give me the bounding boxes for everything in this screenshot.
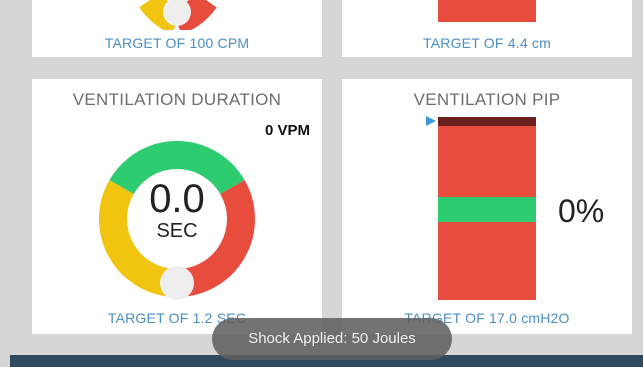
duration-value: 0.0 [149, 177, 205, 221]
pip-target-zone [438, 197, 536, 222]
pip-bar-top-band [438, 117, 536, 126]
card-title: VENTILATION DURATION [72, 90, 282, 109]
pip-marker-icon [426, 116, 436, 126]
pip-bar [438, 117, 536, 300]
depth-card: TARGET OF 4.4 cm [342, 0, 632, 57]
depth-bar-fragment [438, 0, 536, 22]
ventilation-duration-card: VENTILATION DURATION 0 VPM 0.0 SEC TARGE… [32, 79, 322, 334]
pip-percent: 0% [558, 193, 605, 229]
shock-toast: Shock Applied: 50 Joules [212, 318, 452, 360]
gauge-knob [160, 266, 194, 300]
card-title: VENTILATION PIP [413, 90, 561, 109]
ventilation-pip-card: VENTILATION PIP 0% TARGET OF 17.0 cmH2O [342, 79, 632, 334]
duration-unit: SEC [156, 220, 198, 242]
cpm-gauge-fragment [139, 0, 217, 30]
cpm-card: TARGET OF 100 CPM [32, 0, 322, 57]
cpm-target-label: TARGET OF 100 CPM [104, 35, 250, 51]
depth-target-label: TARGET OF 4.4 cm [423, 35, 551, 51]
